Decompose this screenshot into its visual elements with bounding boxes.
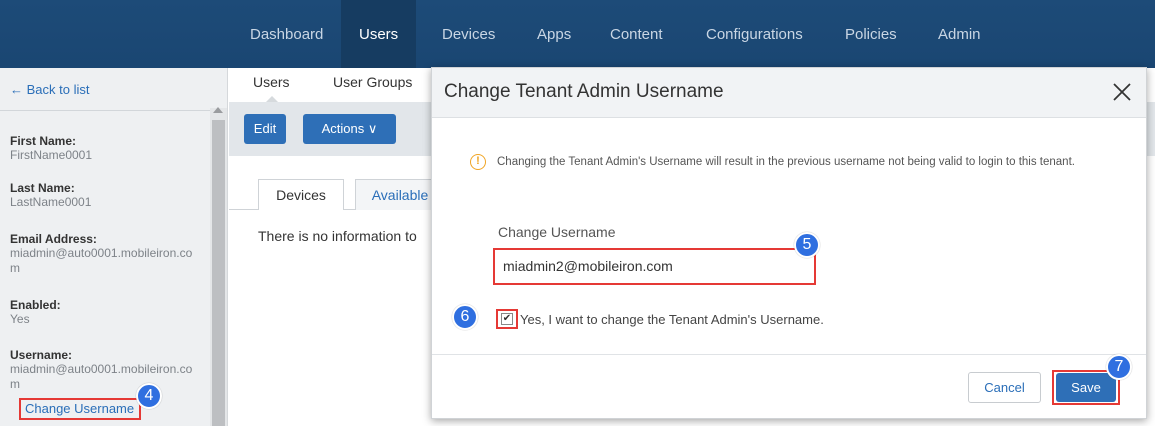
first-name-value: FirstName0001 — [10, 148, 93, 162]
nav-dashboard[interactable]: Dashboard — [232, 0, 341, 68]
username-input[interactable]: miadmin2@mobileiron.com — [493, 248, 816, 285]
username-label: Username: — [10, 348, 73, 362]
username-field: Username: miadmin@auto0001.mobileiron.co… — [10, 348, 200, 392]
nav-apps[interactable]: Apps — [519, 0, 589, 68]
nav-content[interactable]: Content — [592, 0, 681, 68]
subnav-users[interactable]: Users — [253, 74, 290, 90]
last-name-field: Last Name: LastName0001 — [10, 181, 205, 210]
enabled-field: Enabled: Yes — [10, 298, 205, 327]
cancel-button[interactable]: Cancel — [968, 372, 1041, 403]
back-to-list-link[interactable]: ← Back to list — [10, 82, 89, 97]
username-value: miadmin@auto0001.mobileiron.com — [10, 362, 193, 391]
nav-devices[interactable]: Devices — [424, 0, 513, 68]
save-button[interactable]: Save — [1056, 373, 1116, 402]
scrollbar-thumb[interactable] — [212, 120, 225, 426]
last-name-value: LastName0001 — [10, 195, 92, 209]
first-name-label: First Name: — [10, 134, 77, 148]
confirm-checkbox-highlight: ✔ — [496, 309, 518, 329]
email-address-label: Email Address: — [10, 232, 97, 246]
nav-users[interactable]: Users — [341, 0, 417, 68]
last-name-label: Last Name: — [10, 181, 75, 195]
change-username-label: Change Username — [498, 224, 616, 240]
edit-button[interactable]: Edit — [244, 114, 286, 144]
first-name-field: First Name: FirstName0001 — [10, 134, 205, 163]
step-7-badge: 7 — [1106, 354, 1132, 380]
enabled-label: Enabled: — [10, 298, 61, 312]
change-username-dialog: Change Tenant Admin Username ! Changing … — [431, 67, 1147, 419]
top-navigation: Dashboard Users Devices Apps Content Con… — [0, 0, 1155, 68]
actions-dropdown-button[interactable]: Actions ∨ — [303, 114, 396, 144]
divider — [0, 110, 228, 111]
nav-admin[interactable]: Admin — [920, 0, 999, 68]
close-icon[interactable] — [1112, 82, 1132, 102]
scroll-up-arrow-icon[interactable] — [213, 107, 223, 113]
step-6-badge: 6 — [452, 304, 478, 330]
nav-policies[interactable]: Policies — [827, 0, 915, 68]
warning-message: Changing the Tenant Admin's Username wil… — [497, 156, 1075, 168]
dialog-title: Change Tenant Admin Username — [444, 81, 724, 102]
step-4-badge: 4 — [136, 383, 162, 409]
enabled-value: Yes — [10, 312, 30, 326]
confirm-checkbox[interactable]: ✔ — [501, 313, 513, 325]
confirm-checkbox-label[interactable]: Yes, I want to change the Tenant Admin's… — [520, 312, 824, 327]
nav-configurations[interactable]: Configurations — [688, 0, 821, 68]
change-username-link[interactable]: Change Username — [19, 398, 141, 420]
email-address-field: Email Address: miadmin@auto0001.mobileir… — [10, 232, 200, 276]
email-address-value: miadmin@auto0001.mobileiron.com — [10, 246, 193, 275]
subnav-user-groups[interactable]: User Groups — [333, 74, 412, 90]
dialog-footer-divider — [432, 354, 1146, 355]
empty-state-message: There is no information to — [258, 228, 417, 244]
warning-icon: ! — [470, 154, 486, 170]
dialog-header: Change Tenant Admin Username — [432, 68, 1146, 118]
step-5-badge: 5 — [794, 232, 820, 258]
tab-devices[interactable]: Devices — [258, 179, 344, 210]
